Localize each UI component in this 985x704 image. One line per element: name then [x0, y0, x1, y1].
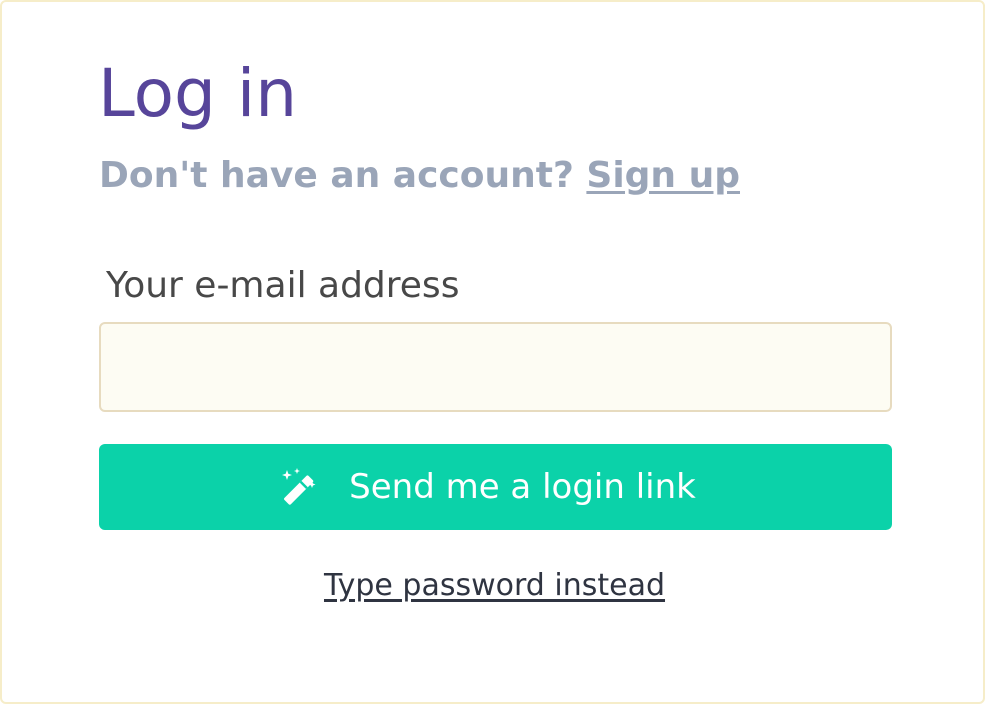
- login-card: Log in Don't have an account? Sign up Yo…: [0, 0, 985, 704]
- email-field[interactable]: [99, 322, 892, 412]
- send-login-link-label: Send me a login link: [349, 467, 696, 507]
- type-password-link[interactable]: Type password instead: [324, 568, 665, 603]
- email-label: Your e-mail address: [106, 265, 460, 306]
- send-login-link-button[interactable]: Send me a login link: [99, 444, 892, 530]
- page-title: Log in: [98, 55, 298, 132]
- magic-wand-icon: [279, 467, 319, 507]
- password-link-row: Type password instead: [2, 566, 985, 606]
- signup-link[interactable]: Sign up: [586, 155, 740, 196]
- signup-prompt: Don't have an account? Sign up: [99, 154, 740, 198]
- signup-prompt-text: Don't have an account?: [99, 155, 587, 196]
